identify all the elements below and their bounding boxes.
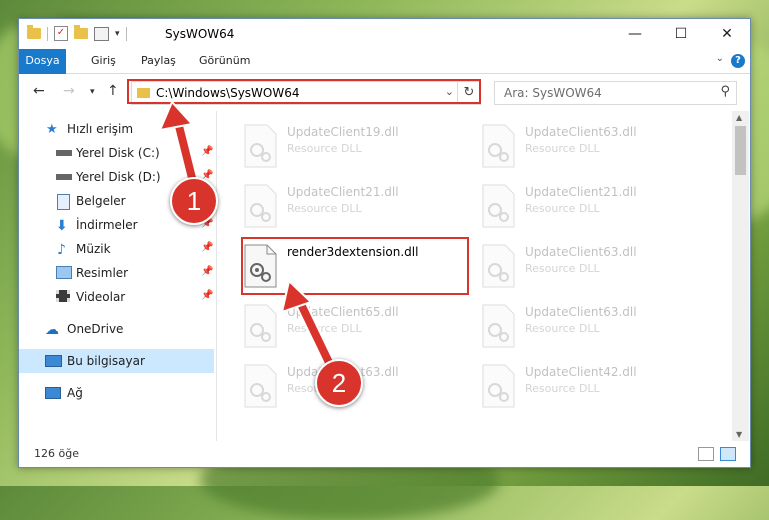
file-list: UpdateClient19.dll Resource DLL UpdateCl… [219, 111, 732, 441]
sidebar-item-network[interactable]: Ağ [19, 381, 214, 405]
video-icon [56, 290, 70, 302]
sidebar-item-onedrive[interactable]: ☁ OneDrive [19, 317, 214, 341]
pin-icon[interactable]: 📌 [201, 290, 213, 301]
step-badge-2: 2 [315, 359, 363, 407]
sidebar-item-quick-access[interactable]: ★ Hızlı erişim [19, 117, 214, 141]
star-icon: ★ [46, 122, 58, 137]
step-badge-1: 1 [170, 177, 218, 225]
sidebar-item-pictures[interactable]: Resimler 📌 [19, 261, 214, 285]
search-icon[interactable]: ⚲ [720, 84, 730, 99]
file-item[interactable]: UpdateClient21.dll Resource DLL [243, 181, 473, 233]
minimize-button[interactable]: — [612, 19, 658, 49]
details-view-icon[interactable] [698, 447, 714, 461]
sidebar-item-videos[interactable]: Videolar 📌 [19, 285, 214, 309]
help-icon[interactable]: ? [731, 54, 745, 68]
quick-access-toolbar: ✓ ▾ [27, 25, 127, 41]
tab-home[interactable]: Giriş [83, 49, 124, 73]
file-item[interactable]: UpdateClient19.dll Resource DLL [243, 121, 473, 173]
file-item[interactable]: UpdateClient63.dll Resource DLL [481, 301, 711, 353]
file-item[interactable]: UpdateClient42.dll Resource DLL [481, 361, 711, 413]
large-icons-view-icon[interactable] [720, 447, 736, 461]
pin-icon[interactable]: 📌 [201, 266, 213, 277]
recent-locations-chevron-icon[interactable]: ▾ [90, 87, 95, 97]
dll-file-icon [482, 244, 515, 288]
close-button[interactable]: ✕ [704, 19, 750, 49]
dll-file-icon [482, 124, 515, 168]
maximize-button[interactable]: ☐ [658, 19, 704, 49]
tab-share[interactable]: Paylaş [133, 49, 184, 73]
properties-check-icon[interactable]: ✓ [54, 26, 68, 41]
highlight-box-address [127, 79, 481, 104]
status-bar: 126 öğe [19, 441, 750, 467]
documents-icon [57, 194, 70, 210]
file-item[interactable]: UpdateClient63.dll Resource DLL [481, 241, 711, 293]
window-title: SysWOW64 [165, 27, 235, 41]
computer-icon [45, 355, 62, 367]
cloud-icon: ☁ [45, 322, 59, 338]
scroll-down-icon[interactable]: ▼ [736, 430, 742, 439]
dll-file-icon [244, 184, 277, 228]
network-icon [45, 387, 61, 399]
scroll-up-icon[interactable]: ▲ [736, 113, 742, 122]
dll-file-icon [482, 364, 515, 408]
dll-file-icon [244, 304, 277, 348]
file-item[interactable]: UpdateClient21.dll Resource DLL [481, 181, 711, 233]
customize-toolbar-icon[interactable] [94, 26, 109, 41]
new-folder-icon[interactable] [74, 25, 88, 39]
pictures-icon [56, 266, 72, 279]
pin-icon[interactable]: 📌 [201, 242, 213, 253]
music-icon: ♪ [57, 242, 66, 258]
scroll-thumb[interactable] [735, 126, 746, 175]
dll-file-icon [482, 184, 515, 228]
drive-icon [56, 174, 72, 180]
drive-icon [56, 150, 72, 156]
dll-file-icon [244, 364, 277, 408]
highlight-box-file [241, 237, 469, 295]
chevron-down-icon[interactable]: ▾ [115, 29, 120, 39]
up-arrow-icon[interactable]: ↑ [107, 83, 119, 99]
file-item[interactable]: UpdateClient63.dll Resource DLL [481, 121, 711, 173]
dll-file-icon [244, 124, 277, 168]
file-item[interactable]: UpdateClient65.dll Resource DLL [243, 301, 473, 353]
download-icon: ⬇ [56, 218, 68, 234]
back-arrow-icon[interactable]: ← [33, 83, 45, 99]
navigation-bar: ← → ▾ ↑ C:\Windows\SysWOW64 ⌄ ↻ Ara: Sys… [19, 74, 750, 110]
sidebar-item-this-pc[interactable]: Bu bilgisayar [19, 349, 214, 373]
explorer-window: ✓ ▾ SysWOW64 — ☐ ✕ Dosya Giriş Paylaş Gö… [18, 18, 751, 468]
item-count: 126 öğe [34, 447, 79, 460]
chevron-down-icon[interactable]: ⌄ [716, 53, 724, 64]
ribbon-tabs: Dosya Giriş Paylaş Görünüm ⌄ ? [19, 49, 750, 101]
navigation-pane: ★ Hızlı erişim Yerel Disk (C:) 📌 Yerel D… [19, 111, 219, 441]
view-toggle [698, 447, 736, 461]
search-input[interactable]: Ara: SysWOW64 ⚲ [494, 81, 737, 105]
sidebar-item-local-disk-c[interactable]: Yerel Disk (C:) 📌 [19, 141, 214, 165]
title-bar: ✓ ▾ SysWOW64 — ☐ ✕ [19, 19, 750, 49]
vertical-scrollbar[interactable]: ▲ ▼ [732, 111, 749, 441]
tab-view[interactable]: Görünüm [191, 49, 258, 73]
search-placeholder: Ara: SysWOW64 [504, 86, 602, 100]
dll-file-icon [482, 304, 515, 348]
folder-icon [27, 25, 41, 39]
pin-icon[interactable]: 📌 [201, 146, 213, 157]
sidebar-item-music[interactable]: ♪ Müzik 📌 [19, 237, 214, 261]
pane-divider[interactable] [216, 111, 217, 441]
forward-arrow-icon[interactable]: → [63, 83, 75, 99]
